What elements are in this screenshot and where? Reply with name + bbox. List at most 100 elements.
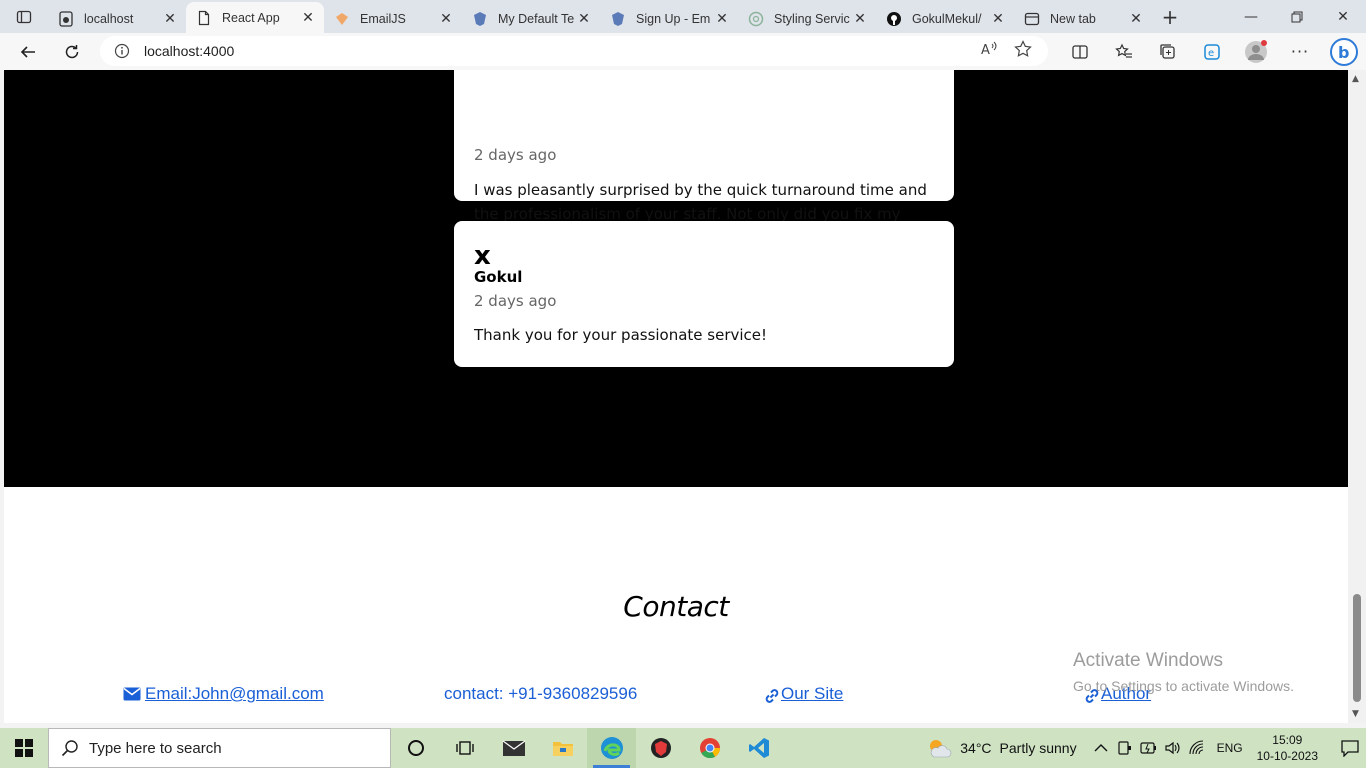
browser-toolbar-right: e ··· b <box>1058 33 1366 70</box>
language-indicator[interactable]: ENG <box>1217 741 1243 755</box>
close-icon[interactable]: ✕ <box>576 10 592 27</box>
settings-more-button[interactable]: ··· <box>1278 33 1322 70</box>
review-date: 2 days ago <box>474 292 557 310</box>
edge-extension-icon: e <box>1204 43 1220 60</box>
restore-icon <box>1291 11 1303 22</box>
vscode-app-button[interactable] <box>734 728 783 768</box>
edge-extension-button[interactable]: e <box>1190 33 1234 70</box>
page-scrollbar[interactable]: ▲ ▼ <box>1348 70 1366 723</box>
tab-title: EmailJS <box>360 11 406 26</box>
profile-button[interactable] <box>1234 33 1278 70</box>
tab-sign-up[interactable]: Sign Up - Em ✕ <box>600 4 738 33</box>
read-aloud-icon[interactable]: A <box>980 40 998 62</box>
tab-title: localhost <box>84 11 134 26</box>
close-icon[interactable]: ✕ <box>852 10 868 27</box>
svg-text:e: e <box>1208 48 1214 59</box>
contact-title: Contact <box>623 590 729 623</box>
tab-my-default-template[interactable]: My Default Te ✕ <box>462 4 600 33</box>
shield-lion-icon <box>650 738 671 758</box>
edge-browser-icon <box>600 737 623 759</box>
clock[interactable]: 15:09 10-10-2023 <box>1257 732 1318 764</box>
close-icon[interactable]: ✕ <box>438 10 454 27</box>
scrollbar-thumb[interactable] <box>1353 594 1361 702</box>
favorite-star-icon[interactable] <box>1014 40 1032 62</box>
taskbar-search[interactable]: Type here to search <box>48 728 391 768</box>
volume-icon[interactable] <box>1161 740 1185 756</box>
brave-app-button[interactable] <box>636 728 685 768</box>
minimize-button[interactable]: — <box>1228 0 1274 33</box>
clock-time: 15:09 <box>1272 733 1303 747</box>
close-icon[interactable]: ✕ <box>300 9 316 26</box>
scroll-down-icon[interactable]: ▼ <box>1352 709 1359 719</box>
close-icon[interactable]: ✕ <box>162 10 178 27</box>
avatar-icon <box>1245 39 1267 63</box>
minimize-icon: — <box>1244 8 1258 25</box>
url-text[interactable]: localhost:4000 <box>144 43 980 59</box>
windows-logo-icon <box>15 739 33 757</box>
reviews-section: 2 days ago I was pleasantly surprised by… <box>4 70 1348 487</box>
new-tab-button[interactable]: + <box>1152 0 1188 33</box>
plus-icon: + <box>1161 4 1179 29</box>
more-dots-icon: ··· <box>1290 42 1310 61</box>
tab-strip: localhost ✕ React App ✕ EmailJS ✕ My Def… <box>0 0 1366 33</box>
review-text: Thank you for your passionate service! <box>474 326 768 344</box>
close-window-button[interactable]: ✕ <box>1320 0 1366 33</box>
tab-react-app[interactable]: React App ✕ <box>186 2 324 33</box>
tab-title: GokulMekul/ <box>912 11 982 26</box>
address-bar[interactable]: localhost:4000 A <box>100 36 1048 66</box>
tab-title: New tab <box>1050 11 1096 26</box>
tab-title: Styling Servic <box>774 11 850 26</box>
email-link[interactable]: Email:John@gmail.com <box>123 684 324 704</box>
chatgpt-icon <box>748 11 764 27</box>
email-link-text[interactable]: Email:John@gmail.com <box>145 684 324 704</box>
browser-toolbar: localhost:4000 A e ··· b <box>0 33 1366 70</box>
taskbar-apps <box>391 728 783 768</box>
tab-actions-button[interactable] <box>0 0 48 33</box>
chrome-icon <box>699 738 720 759</box>
close-icon[interactable]: ✕ <box>1128 10 1144 27</box>
refresh-button[interactable] <box>52 33 92 70</box>
tab-emailjs[interactable]: EmailJS ✕ <box>324 4 462 33</box>
our-site-link-text[interactable]: Our Site <box>781 684 843 704</box>
split-screen-button[interactable] <box>1058 33 1102 70</box>
github-icon <box>886 11 902 27</box>
review-card: x Gokul 2 days ago Thank you for your pa… <box>454 221 954 367</box>
chevron-up-icon[interactable] <box>1089 743 1113 753</box>
collections-button[interactable] <box>1146 33 1190 70</box>
our-site-link[interactable]: Our Site <box>764 684 843 704</box>
chrome-app-button[interactable] <box>685 728 734 768</box>
start-button[interactable] <box>0 728 48 768</box>
meet-now-icon[interactable] <box>1113 740 1137 756</box>
back-arrow-icon <box>20 45 35 58</box>
notification-icon[interactable] <box>1334 739 1366 757</box>
close-icon[interactable]: ✕ <box>990 10 1006 27</box>
bing-copilot-button[interactable]: b <box>1322 33 1366 70</box>
info-icon[interactable] <box>100 43 144 59</box>
partly-sunny-icon <box>930 740 952 758</box>
tab-github[interactable]: GokulMekul/ ✕ <box>876 4 1014 33</box>
task-view-button[interactable] <box>440 728 489 768</box>
vscode-icon <box>748 738 769 758</box>
close-icon[interactable]: ✕ <box>714 10 730 27</box>
edge-app-button[interactable] <box>587 728 636 768</box>
weather-widget[interactable]: 34°C Partly sunny <box>926 737 1077 759</box>
watermark-line1: Activate Windows <box>1073 650 1223 671</box>
battery-icon[interactable] <box>1137 741 1161 755</box>
cortana-button[interactable] <box>391 728 440 768</box>
review-avatar: x <box>474 241 491 271</box>
favorites-button[interactable] <box>1102 33 1146 70</box>
tab-styling-services[interactable]: Styling Servic ✕ <box>738 4 876 33</box>
restore-button[interactable] <box>1274 0 1320 33</box>
tab-title: My Default Te <box>498 11 575 26</box>
file-explorer-button[interactable] <box>538 728 587 768</box>
tab-new-tab[interactable]: New tab ✕ <box>1014 4 1152 33</box>
close-icon: ✕ <box>1337 8 1349 25</box>
back-button[interactable] <box>8 33 48 70</box>
tab-localhost[interactable]: localhost ✕ <box>48 4 186 33</box>
github-like-icon <box>58 10 74 27</box>
page-icon <box>196 10 212 26</box>
mail-app-button[interactable] <box>489 728 538 768</box>
phone-text: contact: +91-9360829596 <box>444 684 637 704</box>
scroll-up-icon[interactable]: ▲ <box>1352 74 1359 84</box>
wifi-icon[interactable] <box>1185 740 1209 756</box>
